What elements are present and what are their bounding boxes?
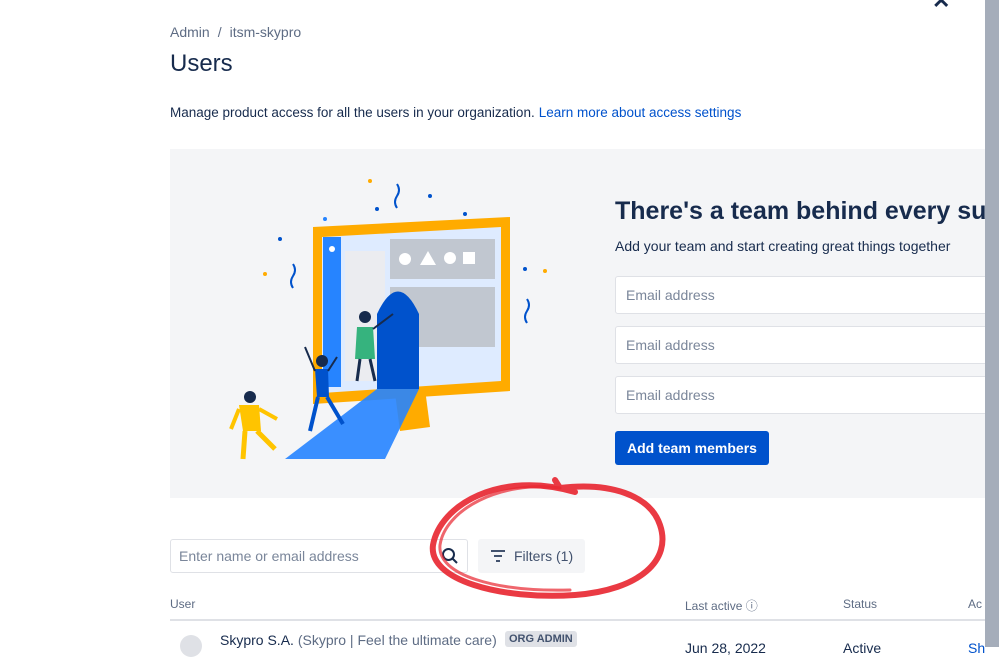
- avatar: [180, 635, 202, 657]
- table-row-user[interactable]: Skypro S.A. (Skypro | Feel the ultimate …: [220, 632, 497, 648]
- last-active-label: Last active: [685, 599, 743, 613]
- add-team-members-button[interactable]: Add team members: [615, 431, 769, 465]
- filters-button[interactable]: Filters (1): [478, 539, 586, 573]
- email-field-3[interactable]: [615, 376, 985, 414]
- user-detail: (Skypro | Feel the ultimate care): [297, 632, 497, 648]
- filter-icon: [491, 550, 505, 562]
- user-search[interactable]: [170, 539, 468, 573]
- description-text: Manage product access for all the users …: [170, 105, 535, 120]
- column-header-last-active[interactable]: Last active ⓘ: [685, 597, 758, 614]
- breadcrumb-org[interactable]: itsm-skypro: [230, 24, 302, 40]
- email-field-2[interactable]: [615, 326, 985, 364]
- filters-label: Filters (1): [514, 548, 574, 564]
- breadcrumb-admin[interactable]: Admin: [170, 24, 210, 40]
- scrollbar[interactable]: [985, 0, 999, 647]
- column-header-status[interactable]: Status: [843, 597, 877, 611]
- team-illustration: [229, 179, 547, 460]
- close-icon[interactable]: ✕: [932, 0, 950, 14]
- promo-subtitle: Add your team and start creating great t…: [615, 238, 951, 254]
- user-name: Skypro S.A.: [220, 632, 294, 648]
- promo-title: There's a team behind every succe: [615, 197, 985, 225]
- last-active-value: Jun 28, 2022: [685, 640, 766, 656]
- breadcrumb: Admin / itsm-skypro: [170, 24, 301, 40]
- page-title: Users: [170, 50, 233, 77]
- table-header-divider: [170, 619, 985, 621]
- access-settings-link[interactable]: Learn more about access settings: [539, 105, 742, 120]
- search-input[interactable]: [171, 540, 437, 572]
- column-header-user[interactable]: User: [170, 597, 195, 611]
- org-admin-badge: ORG ADMIN: [505, 631, 577, 647]
- invite-panel: There's a team behind every succe Add yo…: [170, 149, 985, 498]
- row-action-link[interactable]: Sh: [968, 640, 985, 656]
- page-description: Manage product access for all the users …: [170, 105, 741, 120]
- breadcrumb-separator: /: [217, 24, 222, 40]
- email-field-1[interactable]: [615, 276, 985, 314]
- status-value: Active: [843, 640, 882, 656]
- info-icon[interactable]: ⓘ: [746, 599, 758, 613]
- search-icon[interactable]: [441, 547, 459, 565]
- column-header-actions: Ac: [968, 597, 983, 611]
